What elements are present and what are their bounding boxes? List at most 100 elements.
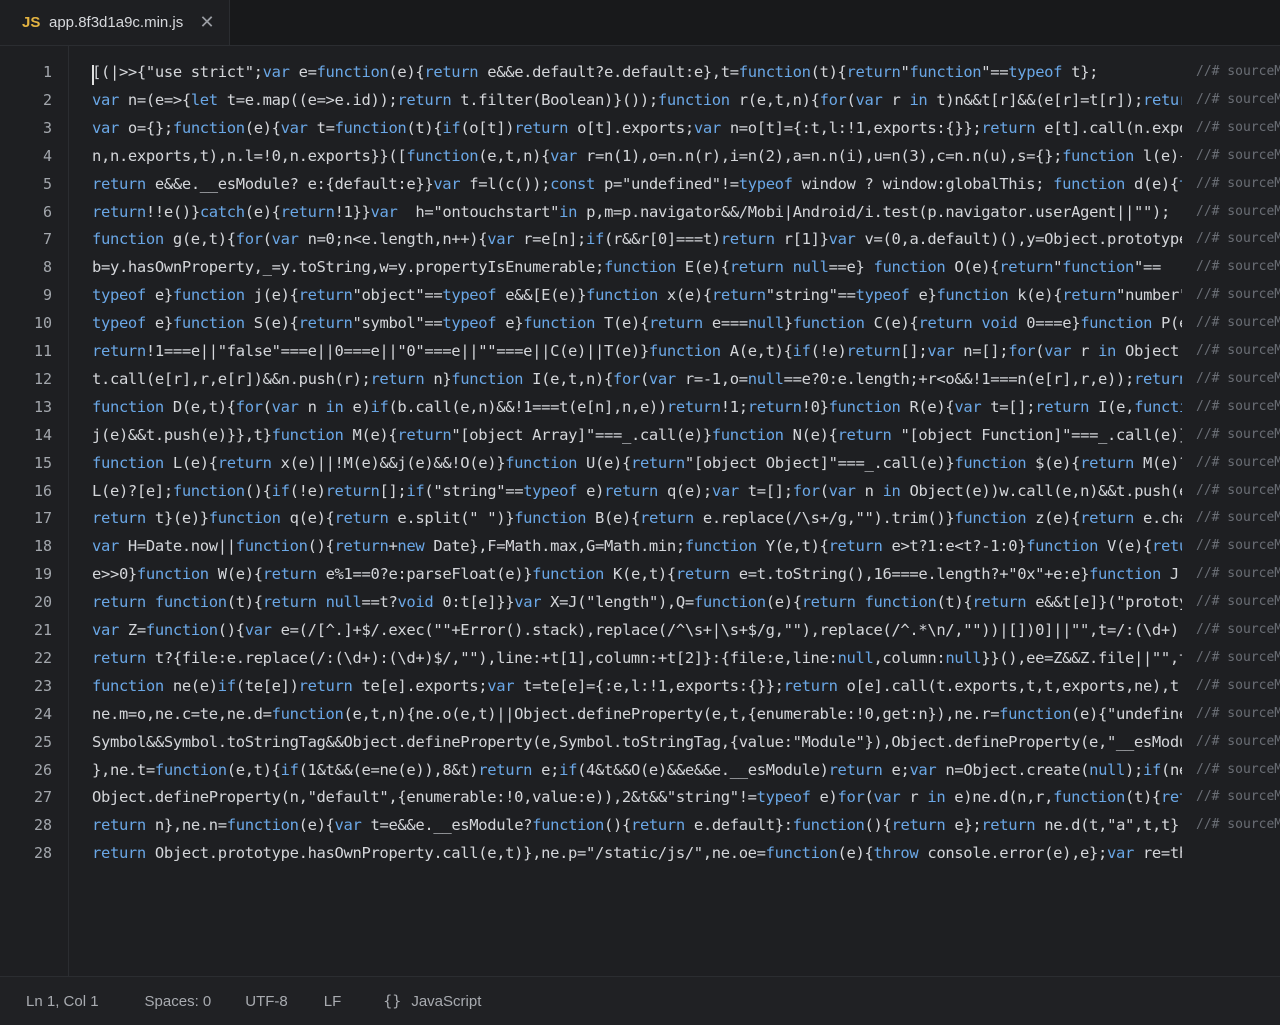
line-number: 4	[42, 146, 52, 165]
source-map-comment: //# sourceMa	[1196, 482, 1280, 498]
source-map-comment: //# sourceMa	[1196, 147, 1280, 163]
code-line[interactable]: ne.m=o,ne.c=te,ne.d=function(e,t,n){ne.o…	[92, 705, 1182, 723]
code-line[interactable]: return n},ne.n=function(e){var t=e&&e.__…	[92, 816, 1182, 834]
line-ending-setting[interactable]: LF	[324, 993, 342, 1010]
source-map-comment: //# sourceMa	[1196, 649, 1280, 665]
source-map-comment: //# sourceMa	[1196, 343, 1280, 358]
line-number: 7	[42, 230, 52, 249]
line-number: 18	[33, 537, 52, 556]
line-number: 10	[33, 314, 52, 333]
code-line[interactable]: b=y.hasOwnProperty,_=y.toString,w=y.prop…	[92, 258, 1182, 276]
line-number-gutter: 1 2 3 4 5 6 7 8 9 10 11 12 13 14 15 16 17 18 19 20 21 22 23 24 2…	[0, 46, 69, 976]
code-line[interactable]: L(e)?[e];function(){if(!e)return[];if("s…	[92, 482, 1182, 500]
indentation-setting[interactable]: Spaces: 0	[145, 993, 212, 1010]
line-number: 9	[42, 286, 52, 305]
tab-title: app.8f3d1a9c.min.js	[49, 14, 184, 31]
code-line[interactable]: function ne(e)if(te[e])return te[e].expo…	[92, 677, 1182, 695]
line-number: 12	[33, 369, 52, 388]
code-line[interactable]: e>>0}function W(e){return e%1==0?e:parse…	[92, 565, 1182, 583]
source-map-comment: //# sourceMa	[1196, 315, 1280, 331]
line-number: 2	[42, 90, 52, 109]
code-line[interactable]: j(e)&&t.push(e)}},t}function M(e){return…	[92, 426, 1182, 444]
line-number: 23	[33, 676, 52, 695]
line-number: 13	[33, 397, 52, 416]
line-number: 17	[33, 509, 52, 528]
line-number: 8	[42, 258, 52, 277]
line-number: 24	[33, 704, 52, 723]
code-line[interactable]: [(|>>{"use strict";var e=function(e){ret…	[92, 63, 1182, 81]
code-line[interactable]: Object.defineProperty(n,"default",{enume…	[92, 788, 1182, 806]
line-number: 5	[42, 174, 52, 193]
line-number: 16	[33, 481, 52, 500]
line-number: 28	[33, 816, 52, 835]
line-number: 26	[33, 760, 52, 779]
line-number: 6	[42, 202, 52, 221]
code-line[interactable]: t.call(e[r],r,e[r])&&n.push(r);return n}…	[92, 370, 1182, 388]
code-line[interactable]: return t?{file:e.replace(/:(\d+):(\d+)$/…	[92, 649, 1182, 667]
code-line[interactable]: n,n.exports,t),n.l=!0,n.exports}}([funct…	[92, 147, 1182, 165]
code-line[interactable]: function L(e){return x(e)||!M(e)&&j(e)&&…	[92, 454, 1182, 472]
source-map-comment: //# sourceMa	[1196, 622, 1280, 637]
tab-bar: JS app.8f3d1a9c.min.js ✕	[0, 0, 1280, 46]
source-map-comment: //# sourceMa	[1196, 594, 1280, 610]
line-number: 20	[33, 593, 52, 612]
code-line[interactable]: var H=Date.now||function(){return+new Da…	[92, 537, 1182, 555]
source-map-comment: //# sourceMa	[1196, 817, 1280, 833]
code-line[interactable]: var Z=function(){var e=(/[^.]+$/.exec(""…	[92, 621, 1182, 639]
source-map-comment: //# sourceMa	[1196, 370, 1280, 386]
code-line[interactable]: var n=(e=>{let t=e.map((e=>e.id));return…	[92, 91, 1182, 109]
code-line[interactable]: },ne.t=function(e,t){if(1&t&&(e=ne(e)),8…	[92, 761, 1182, 779]
code-line[interactable]: return function(t){return null==t?void 0…	[92, 593, 1182, 611]
source-map-comment: //# sourceMa	[1196, 761, 1280, 777]
source-map-comment: //# sourceMa	[1196, 705, 1280, 721]
text-cursor	[92, 65, 94, 85]
code-line[interactable]: Symbol&&Symbol.toStringTag&&Object.defin…	[92, 733, 1182, 751]
source-map-comment: //# sourceMa	[1196, 259, 1280, 275]
source-map-comment: //# sourceMa	[1196, 566, 1280, 582]
source-map-comment: //# sourceMa	[1196, 91, 1280, 107]
line-number: 28	[33, 844, 52, 863]
source-map-comment: //# sourceMa	[1196, 733, 1280, 749]
tab-app-js[interactable]: JS app.8f3d1a9c.min.js ✕	[0, 0, 230, 45]
line-number: 11	[33, 342, 52, 360]
line-number: 25	[33, 732, 52, 751]
encoding-setting[interactable]: UTF-8	[245, 993, 288, 1010]
source-map-comment: //# sourceMa	[1196, 426, 1280, 442]
line-number: 14	[33, 425, 52, 444]
source-map-comment: //# sourceMa	[1196, 175, 1280, 191]
source-map-comment: //# sourceMa	[1196, 538, 1280, 554]
line-number: 19	[33, 565, 52, 584]
source-map-comment: //# sourceMa	[1196, 454, 1280, 470]
code-editor[interactable]: 1 2 3 4 5 6 7 8 9 10 11 12 13 14 15 16 17 18 19 20 21 22 23 24 2…	[0, 46, 1280, 976]
source-map-comment: //# sourceMa	[1196, 398, 1280, 414]
source-map-comment: //# sourceMa	[1196, 677, 1280, 693]
source-map-comment: //# sourceMa	[1196, 203, 1280, 219]
code-line[interactable]: typeof e}function j(e){return"object"==t…	[92, 286, 1182, 304]
code-line[interactable]: return!1===e||"false"===e||0===e||"0"===…	[92, 342, 1182, 360]
language-mode[interactable]: {} JavaScript	[383, 992, 481, 1010]
line-number: 22	[33, 648, 52, 667]
code-line[interactable]: return e&&e.__esModule? e:{default:e}}va…	[92, 175, 1182, 193]
cursor-position[interactable]: Ln 1, Col 1	[26, 993, 99, 1010]
source-map-comment: //# sourceMa	[1196, 510, 1280, 526]
code-line[interactable]: typeof e}function S(e){return"symbol"==t…	[92, 314, 1182, 332]
source-map-comment: //# sourceMa	[1196, 287, 1280, 303]
source-map-comment: //# sourceMa	[1196, 789, 1280, 805]
code-line[interactable]: function g(e,t){for(var n=0;n<e.length,n…	[92, 230, 1182, 248]
code-line[interactable]: return!!e()}catch(e){return!1}}var h="on…	[92, 203, 1182, 221]
close-icon[interactable]: ✕	[199, 12, 215, 33]
code-line[interactable]: return Object.prototype.hasOwnProperty.c…	[92, 844, 1182, 862]
code-line[interactable]: function D(e,t){for(var n in e)if(b.call…	[92, 398, 1182, 416]
code-line[interactable]: var o={};function(e){var t=function(t){i…	[92, 119, 1182, 137]
line-number: 3	[42, 118, 52, 137]
language-label: JavaScript	[411, 993, 482, 1010]
source-map-comment: //# sourceMa	[1196, 119, 1280, 135]
braces-icon: {}	[383, 992, 402, 1010]
source-map-comment: //# sourceMa	[1196, 64, 1280, 79]
line-number: 1	[42, 63, 52, 81]
line-number: 27	[33, 788, 52, 807]
line-number: 15	[33, 453, 52, 472]
source-map-comment: //# sourceMa	[1196, 231, 1280, 247]
javascript-file-icon: JS	[22, 14, 41, 31]
code-line[interactable]: return t}(e)}function q(e){return e.spli…	[92, 509, 1182, 527]
